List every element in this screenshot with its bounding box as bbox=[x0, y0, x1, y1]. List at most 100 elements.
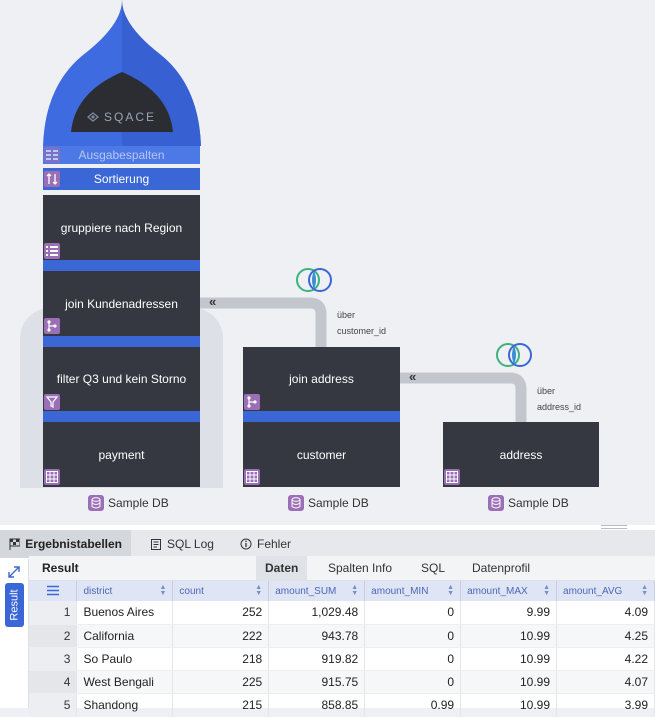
venn-join-icon-1 bbox=[296, 268, 332, 292]
row-index: 2 bbox=[29, 624, 78, 648]
tab-label: Fehler bbox=[257, 537, 292, 551]
cell-amount-max[interactable]: 10.99 bbox=[460, 624, 558, 648]
node-address[interactable]: address bbox=[443, 422, 599, 487]
via-key: address_id bbox=[537, 402, 582, 412]
column-header[interactable]: amount_MAX ▲ ▼ bbox=[460, 581, 558, 601]
panel-tabbar: Ergebnistabellen SQL Log Fehler bbox=[0, 530, 655, 558]
node-join-address[interactable]: join address bbox=[243, 347, 400, 411]
column-header[interactable]: amount_MIN ▲ ▼ bbox=[364, 581, 462, 601]
sort-arrows-icon: ▲ ▼ bbox=[447, 584, 455, 597]
datasource-name: Sample DB bbox=[108, 496, 169, 510]
database-icon bbox=[488, 495, 504, 511]
column-header[interactable]: amount_AVG ▲ ▼ bbox=[556, 581, 655, 601]
tab-errors[interactable]: Fehler bbox=[231, 530, 300, 558]
expand-icon[interactable] bbox=[7, 565, 21, 579]
cell-district[interactable]: Buenos Aires bbox=[76, 601, 174, 625]
column-header[interactable]: count ▲ ▼ bbox=[172, 581, 270, 601]
node-label: customer bbox=[296, 447, 347, 462]
cell-amount-avg[interactable]: 4.25 bbox=[556, 624, 655, 648]
column-header[interactable]: district ▲ ▼ bbox=[76, 581, 174, 601]
join-icon bbox=[244, 394, 260, 410]
cell-district[interactable]: West Bengali bbox=[76, 670, 174, 694]
tab-result-tables[interactable]: Ergebnistabellen bbox=[0, 530, 131, 558]
table-header-row: district ▲ ▼ count ▲ ▼ amount_SUM ▲ ▼ amount_M… bbox=[29, 581, 655, 601]
checkered-flag-icon bbox=[9, 538, 21, 550]
table-icon bbox=[444, 469, 460, 485]
cell-count[interactable]: 252 bbox=[172, 601, 270, 625]
log-icon bbox=[151, 539, 161, 550]
subtab-sql[interactable]: SQL bbox=[412, 556, 454, 581]
result-subbar: Result Daten Spalten Info SQL Datenprofi… bbox=[29, 556, 655, 581]
row-menu-header[interactable] bbox=[29, 581, 78, 601]
cell-amount-sum[interactable]: 1,029.48 bbox=[268, 601, 366, 625]
tab-sql-log[interactable]: SQL Log bbox=[141, 530, 223, 558]
column-header[interactable]: amount_SUM ▲ ▼ bbox=[268, 581, 366, 601]
column-header-label: amount_MAX bbox=[467, 585, 528, 597]
join-arrow-icon: « bbox=[409, 369, 417, 384]
cell-amount-avg[interactable]: 4.09 bbox=[556, 601, 655, 625]
cell-amount-avg[interactable]: 4.22 bbox=[556, 647, 655, 671]
side-strip: Result bbox=[0, 559, 29, 708]
column-header-label: count bbox=[179, 585, 204, 597]
sort-arrows-icon: ▲ ▼ bbox=[351, 584, 359, 597]
cell-amount-min[interactable]: 0 bbox=[364, 670, 462, 694]
cell-count[interactable]: 218 bbox=[172, 647, 270, 671]
cell-district[interactable]: So Paulo bbox=[76, 647, 174, 671]
sort-arrows-icon: ▲ ▼ bbox=[255, 584, 263, 597]
node-separator bbox=[243, 411, 400, 422]
cell-amount-max[interactable]: 10.99 bbox=[460, 647, 558, 671]
table-row[interactable]: 1 Buenos Aires 252 1,029.48 0 9.99 4.09 bbox=[29, 601, 655, 625]
node-customer[interactable]: customer bbox=[243, 422, 400, 487]
via-key: customer_id bbox=[337, 326, 387, 336]
table-row[interactable]: 5 Shandong 215 858.85 0.99 10.99 3.99 bbox=[29, 693, 655, 717]
subtab-data[interactable]: Daten bbox=[256, 556, 308, 581]
cell-amount-min[interactable]: 0 bbox=[364, 647, 462, 671]
node-label: join address bbox=[289, 372, 354, 386]
datasource-name: Sample DB bbox=[508, 496, 569, 510]
subtab-data-profile[interactable]: Datenprofil bbox=[463, 556, 539, 581]
join-arrow-icon: « bbox=[209, 294, 217, 309]
cell-amount-min[interactable]: 0 bbox=[364, 624, 462, 648]
datasource-label[interactable]: Sample DB bbox=[488, 495, 569, 511]
table-row[interactable]: 3 So Paulo 218 919.82 0 10.99 4.22 bbox=[29, 647, 655, 671]
tab-label: SQL Log bbox=[167, 537, 214, 551]
via-word: über bbox=[337, 310, 356, 320]
sort-arrows-icon: ▲ ▼ bbox=[159, 584, 167, 597]
datasource-label[interactable]: Sample DB bbox=[88, 495, 169, 511]
cell-district[interactable]: Shandong bbox=[76, 693, 174, 717]
table-row[interactable]: 4 West Bengali 225 915.75 0 10.99 4.07 bbox=[29, 670, 655, 694]
database-icon bbox=[288, 495, 304, 511]
query-flow-canvas[interactable]: SQACE Ausgabespalten Sortierung gruppier… bbox=[0, 0, 655, 525]
cell-count[interactable]: 215 bbox=[172, 693, 270, 717]
datasource-label[interactable]: Sample DB bbox=[288, 495, 369, 511]
column-header-label: amount_SUM bbox=[275, 585, 337, 597]
cell-count[interactable]: 225 bbox=[172, 670, 270, 694]
cell-amount-sum[interactable]: 858.85 bbox=[268, 693, 366, 717]
cell-amount-avg[interactable]: 3.99 bbox=[556, 693, 655, 717]
cell-amount-min[interactable]: 0 bbox=[364, 601, 462, 625]
sort-arrows-icon: ▲ ▼ bbox=[543, 584, 551, 597]
datasource-name: Sample DB bbox=[308, 496, 369, 510]
cell-amount-sum[interactable]: 943.78 bbox=[268, 624, 366, 648]
results-panel: Ergebnistabellen SQL Log Fehler Result R… bbox=[0, 525, 655, 717]
sort-arrows-icon: ▲ ▼ bbox=[641, 584, 648, 597]
row-index: 4 bbox=[29, 670, 78, 694]
cell-count[interactable]: 222 bbox=[172, 624, 270, 648]
cell-amount-sum[interactable]: 919.82 bbox=[268, 647, 366, 671]
cell-amount-sum[interactable]: 915.75 bbox=[268, 670, 366, 694]
result-side-tab[interactable]: Result bbox=[5, 583, 24, 627]
result-side-tab-label: Result bbox=[8, 589, 21, 621]
venn-join-icon-2 bbox=[496, 343, 532, 367]
table-row[interactable]: 2 California 222 943.78 0 10.99 4.25 bbox=[29, 624, 655, 648]
cell-district[interactable]: California bbox=[76, 624, 174, 648]
panel-resize-handle[interactable] bbox=[601, 525, 627, 529]
cell-amount-max[interactable]: 10.99 bbox=[460, 693, 558, 717]
subtab-column-info[interactable]: Spalten Info bbox=[319, 556, 401, 581]
row-index: 5 bbox=[29, 693, 78, 717]
cell-amount-max[interactable]: 10.99 bbox=[460, 670, 558, 694]
cell-amount-avg[interactable]: 4.07 bbox=[556, 670, 655, 694]
column-header-label: district bbox=[83, 585, 113, 597]
menu-icon bbox=[46, 586, 59, 596]
cell-amount-max[interactable]: 9.99 bbox=[460, 601, 558, 625]
cell-amount-min[interactable]: 0.99 bbox=[364, 693, 462, 717]
